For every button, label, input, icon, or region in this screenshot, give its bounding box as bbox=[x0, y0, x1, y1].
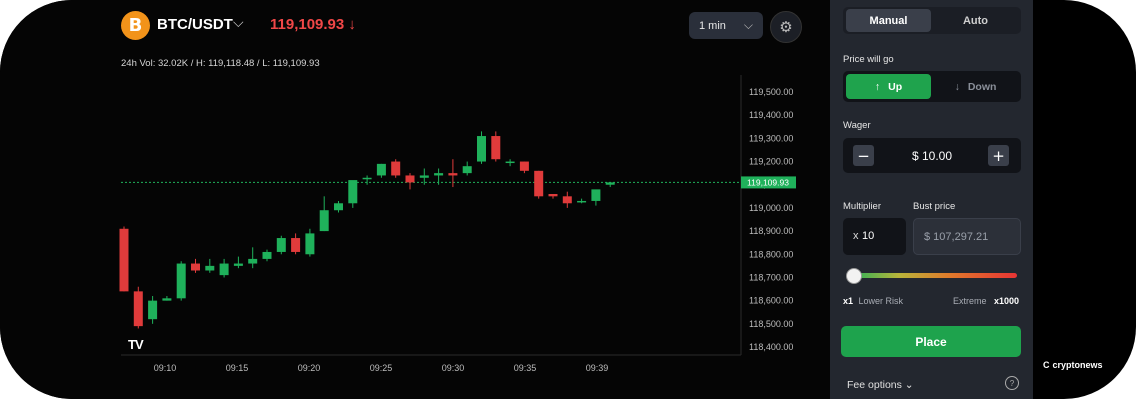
candle-body bbox=[248, 258, 258, 264]
y-tick-label: 119,000.00 bbox=[749, 203, 793, 213]
minus-icon[interactable]: − bbox=[853, 145, 874, 166]
candle-body bbox=[319, 210, 329, 232]
candle-body bbox=[605, 182, 615, 185]
fee-options[interactable]: Fee options ⌄ bbox=[847, 379, 914, 391]
chart-area: B BTC/USDT ⌵ 119,109.93 ↓ 24h Vol: 32.02… bbox=[0, 0, 830, 399]
candle-body bbox=[548, 194, 558, 197]
direction-label: Price will go bbox=[843, 54, 894, 65]
place-button[interactable]: Place bbox=[841, 326, 1021, 357]
tradingview-logo: TV bbox=[128, 337, 144, 352]
candle-body bbox=[419, 175, 429, 178]
candle-body bbox=[591, 189, 601, 201]
x-tick-label: 09:25 bbox=[370, 363, 393, 373]
y-tick-label: 118,600.00 bbox=[749, 296, 793, 306]
candlestick-chart[interactable]: 119,500.00 119,400.00 119,300.00 119,200.00… bbox=[0, 0, 830, 399]
candle-body bbox=[291, 238, 301, 252]
candle-body bbox=[491, 136, 501, 160]
tab-manual[interactable]: Manual bbox=[846, 9, 931, 32]
candle-body bbox=[348, 180, 358, 204]
x-tick-label: 09:20 bbox=[298, 363, 321, 373]
candle-body bbox=[362, 177, 372, 180]
tab-auto[interactable]: Auto bbox=[933, 9, 1018, 32]
current-price-tag-label: 119,109.93 bbox=[747, 177, 789, 187]
wager-label: Wager bbox=[843, 120, 871, 131]
y-tick-label: 118,500.00 bbox=[749, 319, 793, 329]
candle-body bbox=[233, 263, 243, 266]
candle-body bbox=[262, 251, 272, 259]
risk-max: Extreme x1000 bbox=[953, 296, 1020, 306]
candle-body bbox=[462, 166, 472, 174]
y-tick-label: 119,300.00 bbox=[749, 133, 793, 143]
app-frame: B BTC/USDT ⌵ 119,109.93 ↓ 24h Vol: 32.02… bbox=[0, 0, 1136, 399]
x-tick-label: 09:15 bbox=[226, 363, 249, 373]
x-tick-label: 09:35 bbox=[514, 363, 537, 373]
cryptonews-logo-icon: C bbox=[1043, 360, 1050, 370]
y-tick-label: 118,700.00 bbox=[749, 272, 793, 282]
multiplier-prefix: x bbox=[853, 230, 859, 242]
candle-body bbox=[519, 161, 529, 171]
candle-body bbox=[148, 300, 158, 320]
chevron-down-icon: ⌄ bbox=[904, 379, 914, 391]
candle-body bbox=[219, 263, 229, 276]
x-tick-label: 09:10 bbox=[154, 363, 177, 373]
cryptonews-watermark: Ccryptonews bbox=[1043, 360, 1103, 370]
wager-input[interactable]: $ 10.00 bbox=[880, 149, 984, 163]
candle-body bbox=[334, 203, 343, 211]
multiplier-label: Multiplier bbox=[843, 201, 882, 212]
candle-body bbox=[119, 228, 129, 292]
y-tick-label: 119,200.00 bbox=[749, 157, 793, 167]
x-tick-label: 09:30 bbox=[442, 363, 465, 373]
arrow-up-icon: ↑ bbox=[874, 80, 881, 93]
candle-body bbox=[534, 170, 544, 197]
y-tick-label: 118,400.00 bbox=[749, 342, 793, 352]
candle-body bbox=[391, 161, 401, 176]
candle-body bbox=[448, 173, 458, 176]
y-tick-label: 118,800.00 bbox=[749, 249, 793, 259]
bust-price-label: Bust price bbox=[913, 201, 956, 212]
up-button[interactable]: ↑ Up bbox=[846, 74, 931, 99]
candle-body bbox=[376, 163, 386, 176]
candle-body bbox=[305, 233, 315, 255]
y-tick-label: 119,400.00 bbox=[749, 110, 793, 120]
candle-body bbox=[133, 291, 143, 327]
risk-slider[interactable] bbox=[848, 273, 1017, 278]
multiplier-input[interactable]: x 10 bbox=[843, 218, 906, 255]
y-tick-label: 118,900.00 bbox=[749, 226, 793, 236]
y-tick-label: 119,500.00 bbox=[749, 87, 793, 97]
x-tick-label: 09:39 bbox=[586, 363, 609, 373]
multiplier-value: 10 bbox=[862, 230, 875, 242]
candle-body bbox=[434, 173, 444, 176]
down-button[interactable]: ↓ Down bbox=[933, 74, 1018, 99]
candle-body bbox=[176, 263, 186, 299]
risk-min: x1 Lower Risk bbox=[843, 296, 904, 306]
plus-icon[interactable]: + bbox=[988, 145, 1009, 166]
candle-body bbox=[205, 265, 215, 271]
candle-body bbox=[191, 263, 200, 271]
candle-body bbox=[477, 136, 486, 162]
candle-body bbox=[577, 200, 587, 203]
candle-body bbox=[276, 238, 286, 252]
arrow-down-icon: ↓ bbox=[954, 80, 960, 93]
candle-body bbox=[162, 298, 172, 301]
candle-body bbox=[562, 196, 572, 204]
candle-body bbox=[405, 175, 415, 183]
slider-handle[interactable] bbox=[846, 268, 862, 284]
bust-price-field: $ 107,297.21 bbox=[913, 218, 1021, 255]
candle-body bbox=[505, 161, 515, 164]
help-icon[interactable]: ? bbox=[1005, 376, 1019, 390]
